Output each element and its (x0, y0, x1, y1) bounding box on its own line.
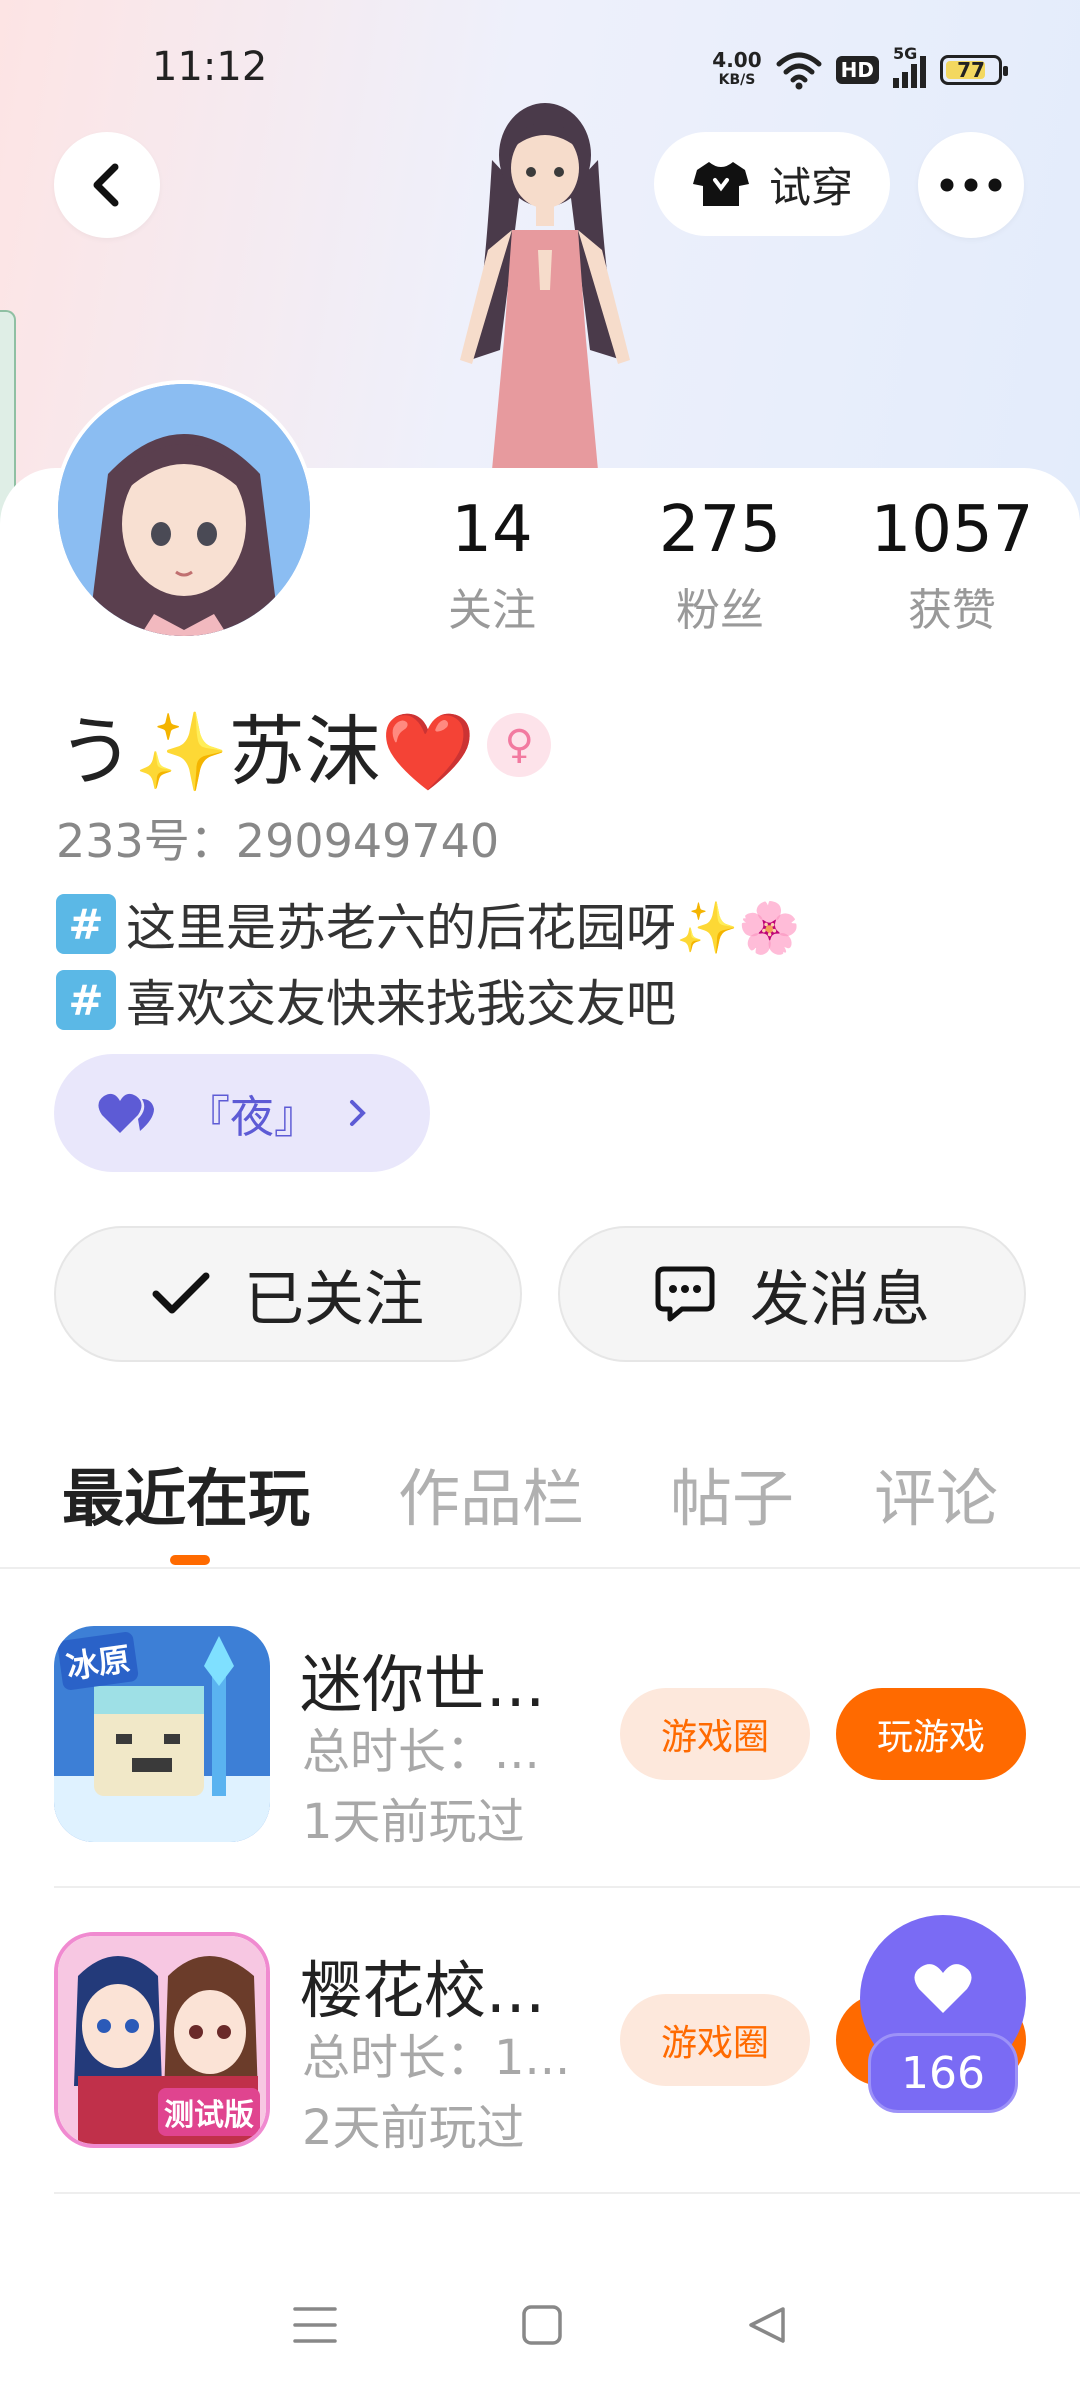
profile-avatar[interactable] (54, 380, 314, 640)
network-speed-unit: KB/S (718, 72, 756, 88)
female-gender-icon: ♀ (487, 713, 552, 777)
network-speed: 4.00 KB/S (712, 50, 761, 90)
chat-bubble-icon (655, 1266, 715, 1322)
try-on-button[interactable]: 试穿 (654, 132, 890, 236)
bio-line-2: # 喜欢交友快来找我交友吧 (56, 964, 676, 1036)
more-options-button[interactable] (918, 132, 1024, 238)
tab-works[interactable]: 作品栏 (398, 1448, 584, 1538)
game-circle-button[interactable]: 游戏圈 (620, 1688, 810, 1780)
send-message-label: 发消息 (750, 1264, 930, 1335)
battery-level: 77 (957, 58, 985, 82)
tab-recently-played[interactable]: 最近在玩 (62, 1448, 310, 1538)
followers-label: 粉丝 (676, 585, 764, 636)
try-on-label: 试穿 (768, 162, 853, 212)
user-id[interactable]: 233号：290949740 (56, 805, 499, 871)
game-title: 迷你世... (300, 1648, 546, 1721)
game-last-played: 1天前玩过 (302, 1794, 525, 1850)
game-icon-badge: 测试版 (158, 2088, 260, 2136)
profile-name-row: う✨苏沫❤️ ♀ (58, 690, 552, 800)
menu-icon[interactable] (291, 2303, 339, 2347)
game-circle-button[interactable]: 游戏圈 (620, 1994, 810, 2086)
game-icon-badge: 冰原 (56, 1630, 140, 1692)
game-last-played: 2天前玩过 (302, 2100, 525, 2156)
home-square-icon[interactable] (520, 2303, 564, 2347)
game-title: 樱花校... (300, 1954, 546, 2027)
system-navigation-bar (0, 2250, 1080, 2400)
floating-like-widget[interactable]: 166 (860, 1915, 1026, 2115)
game-icon-mini-world: 冰原 (54, 1626, 270, 1842)
play-game-button[interactable]: 玩游戏 (836, 1688, 1026, 1780)
game-icon-sakura-school: 测试版 (54, 1932, 270, 2148)
chevron-left-icon (93, 163, 119, 207)
likes-stat[interactable]: 1057 获赞 (852, 492, 1052, 638)
back-button[interactable] (54, 132, 160, 238)
shirt-icon (692, 162, 749, 206)
more-dots-icon (940, 178, 1002, 192)
double-heart-icon (98, 1093, 154, 1133)
back-triangle-icon[interactable] (745, 2303, 789, 2347)
network-type-label: 5G (893, 44, 918, 63)
followers-count: 275 (658, 493, 782, 567)
cp-tag-label: 『夜』 (186, 1092, 318, 1143)
active-tab-indicator (170, 1555, 210, 1565)
checkmark-icon (152, 1272, 210, 1314)
chevron-right-icon (350, 1100, 366, 1126)
game-list-item[interactable]: 冰原 迷你世... 总时长：... 1天前玩过 游戏圈 玩游戏 (0, 1598, 1080, 1898)
heart-icon (914, 1964, 972, 2013)
row-divider (54, 1886, 1080, 1888)
tab-comments[interactable]: 评论 (874, 1448, 998, 1538)
following-button[interactable]: 已关注 (54, 1226, 522, 1362)
game-duration: 总时长：... (302, 1724, 540, 1780)
cp-relationship-tag[interactable]: 『夜』 (54, 1054, 430, 1172)
bio-text-1: 这里是苏老六的后花园呀✨🌸 (126, 899, 801, 957)
hash-icon: # (56, 970, 116, 1030)
game-duration: 总时长：1... (302, 2030, 571, 2086)
hash-icon: # (56, 894, 116, 954)
wifi-icon (776, 52, 822, 90)
likes-label: 获赞 (908, 585, 996, 636)
send-message-button[interactable]: 发消息 (558, 1226, 1026, 1362)
profile-name: う✨苏沫❤️ (58, 707, 476, 796)
row-divider (54, 2192, 1080, 2194)
following-label: 关注 (448, 585, 536, 636)
status-icons: 4.00 KB/S HD 5G 77 (712, 40, 1008, 100)
following-button-label: 已关注 (244, 1264, 424, 1335)
bio-text-2: 喜欢交友快来找我交友吧 (126, 975, 676, 1033)
tab-divider (0, 1567, 1080, 1569)
tab-posts[interactable]: 帖子 (670, 1448, 794, 1538)
like-count: 166 (868, 2033, 1018, 2113)
likes-count: 1057 (870, 493, 1034, 567)
character-3d-avatar[interactable] (400, 100, 690, 470)
bio-line-1: # 这里是苏老六的后花园呀✨🌸 (56, 888, 801, 960)
status-time: 11:12 (152, 44, 268, 90)
battery-icon: 77 (940, 55, 1008, 85)
following-count: 14 (451, 493, 533, 567)
followers-stat[interactable]: 275 粉丝 (620, 492, 820, 638)
following-stat[interactable]: 14 关注 (392, 492, 592, 638)
cellular-signal-icon: 5G (893, 44, 926, 88)
network-speed-value: 4.00 (712, 48, 762, 72)
hd-badge: HD (835, 56, 879, 84)
